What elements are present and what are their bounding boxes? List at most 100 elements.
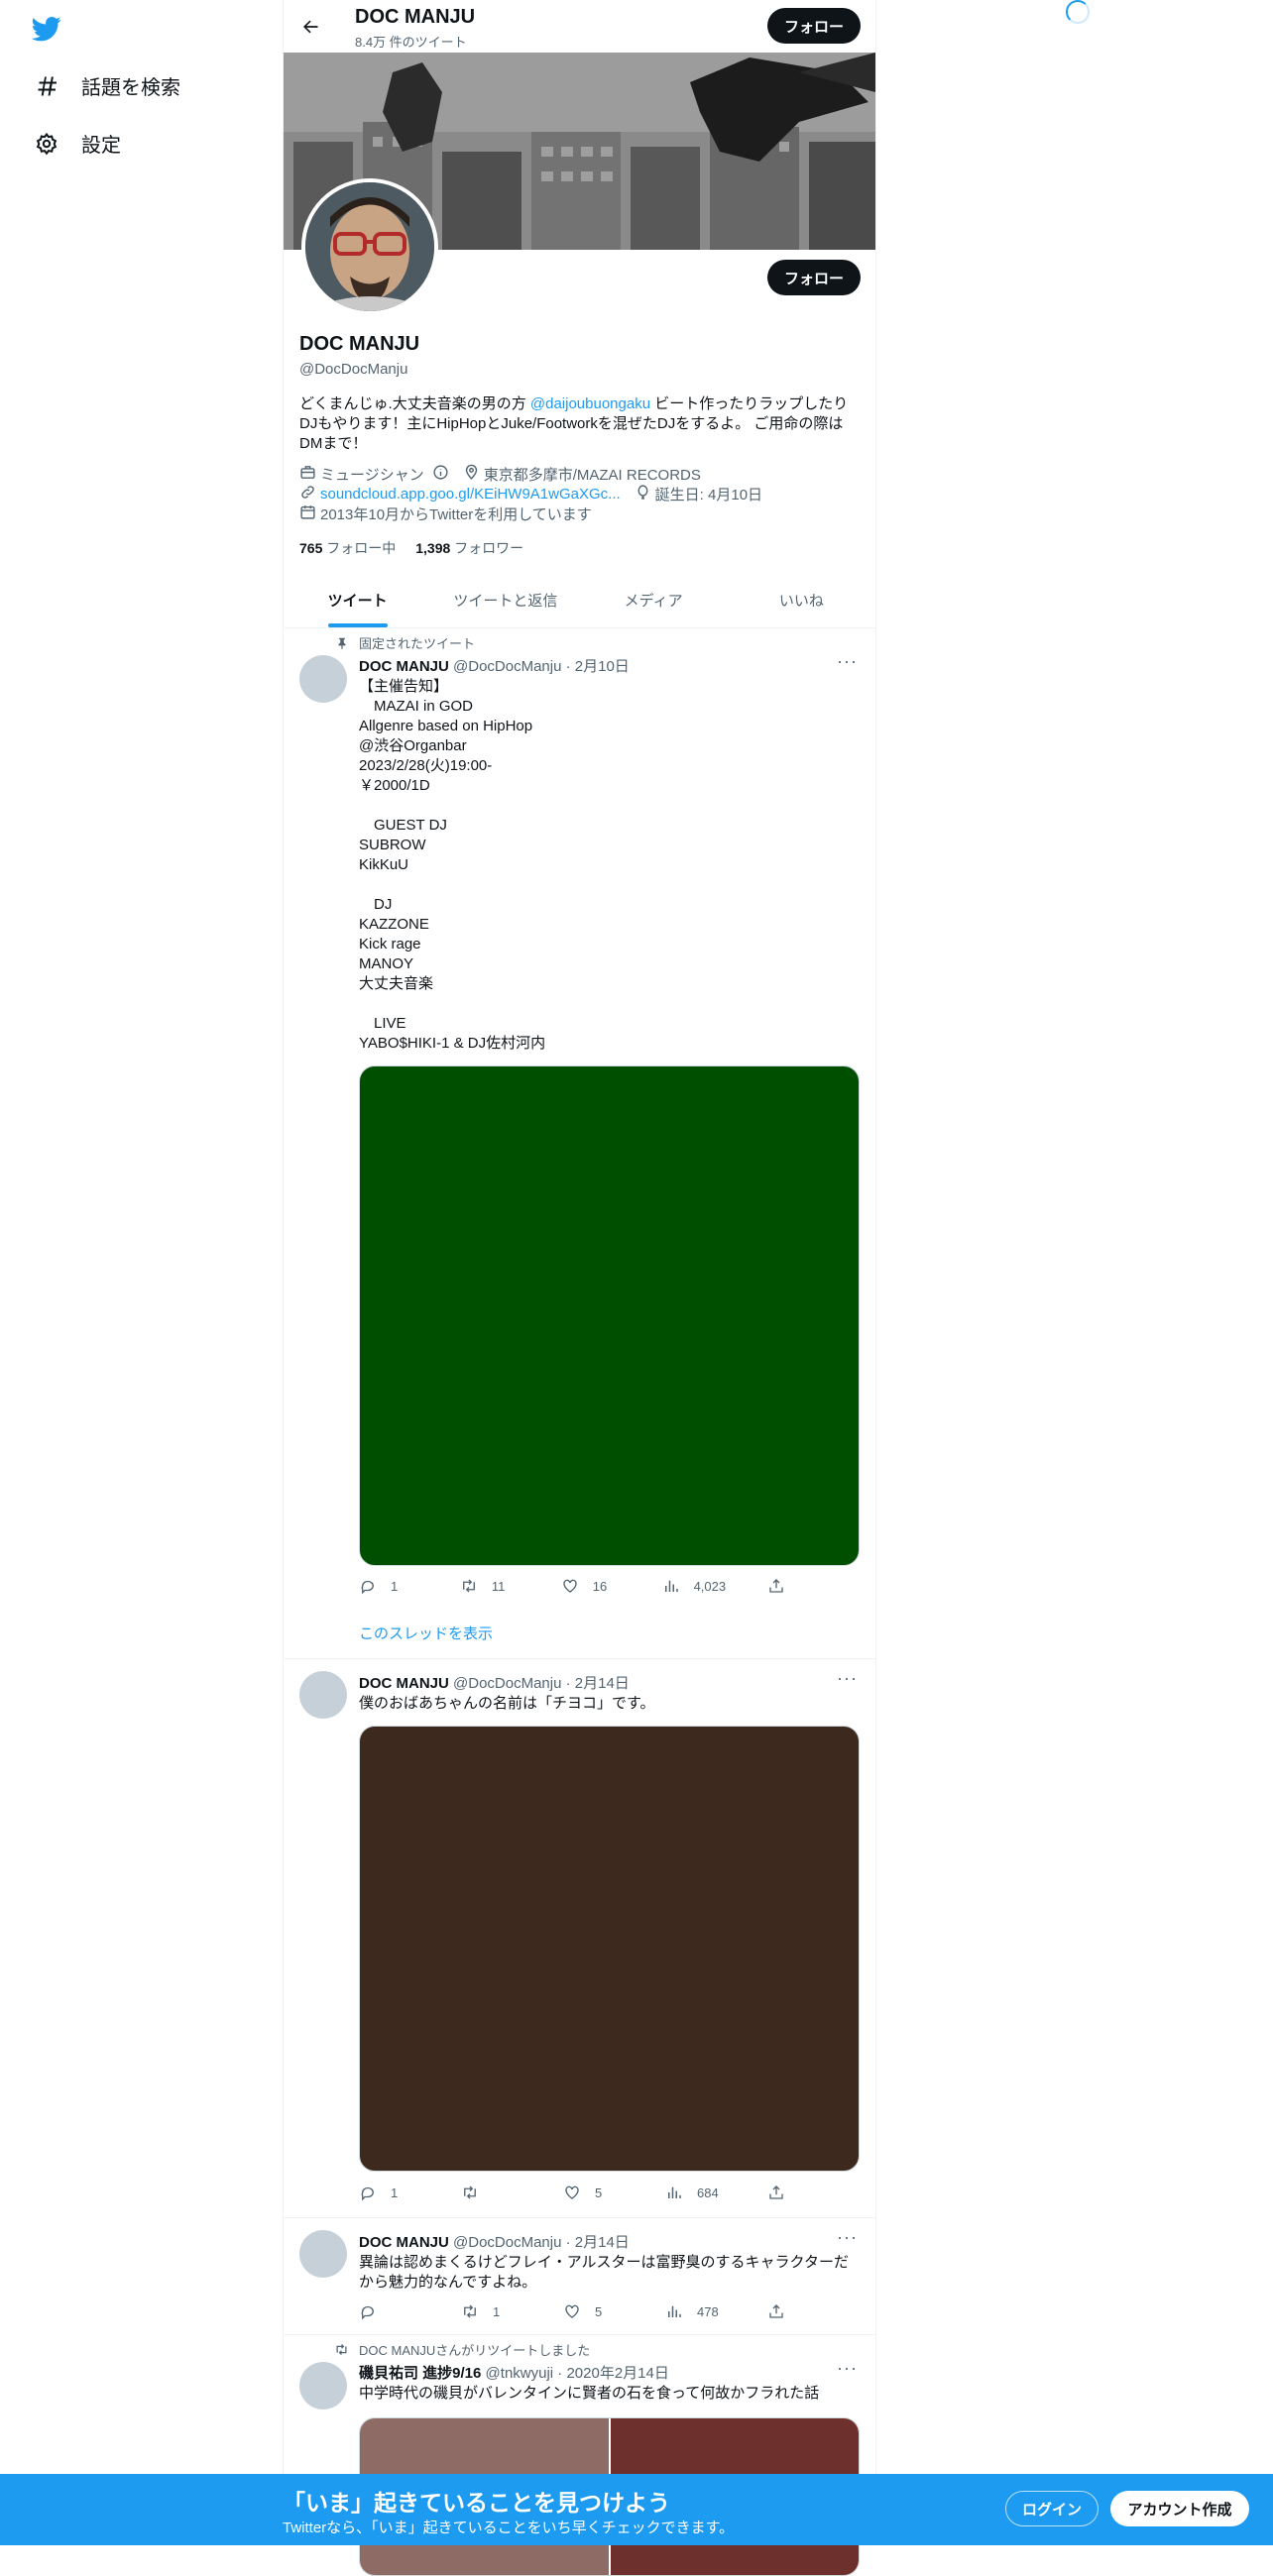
tweet-author-name[interactable]: DOC MANJU <box>359 658 449 675</box>
reply-button[interactable]: 1 <box>359 2184 418 2201</box>
tweet-author-name[interactable]: 磯貝祐司 進捗9/16 <box>359 2365 481 2382</box>
bio-mention-link[interactable]: @daijoubuongaku <box>530 395 650 412</box>
views-button[interactable]: 478 <box>665 2302 725 2320</box>
share-button[interactable] <box>767 2302 785 2320</box>
tweet-avatar[interactable] <box>299 1671 347 1719</box>
following-link[interactable]: 765 フォロー中 <box>299 538 396 558</box>
tweet-handle-date[interactable]: @DocDocManju · 2月10日 <box>453 658 630 675</box>
tab-media[interactable]: メディア <box>580 572 728 627</box>
tweet[interactable]: DOC MANJU @DocDocManju · 2月14日 ··· 異論は認め… <box>284 2217 875 2335</box>
reply-count: 1 <box>391 1578 399 1594</box>
heart-icon <box>565 2185 579 2199</box>
retweet-count: 1 <box>493 2303 501 2319</box>
profile-profession: ミュージシャン <box>320 467 424 484</box>
profile-meta-row-1: ミュージシャン 東京都多摩市/MAZAI RECORDS <box>299 464 701 485</box>
tweet-media[interactable] <box>359 1065 860 1566</box>
tab-tweets-replies[interactable]: ツイートと返信 <box>431 572 579 627</box>
hashtag-icon <box>34 73 59 99</box>
share-button[interactable] <box>767 2184 785 2201</box>
views-button[interactable]: 684 <box>665 2184 725 2201</box>
info-icon[interactable] <box>432 464 449 485</box>
tweet-header: DOC MANJU @DocDocManju · 2月10日 <box>359 655 630 676</box>
avatar-photo <box>305 182 434 311</box>
bottom-bar-title: 「いま」起きていることを見つけよう <box>283 2490 670 2516</box>
tweet-pinned[interactable]: 固定されたツイート DOC MANJU @DocDocManju · 2月10日… <box>284 627 875 1659</box>
tweet-avatar[interactable] <box>299 655 347 703</box>
profile-header-bar: DOC MANJU 8.4万 件のツイート フォロー <box>284 0 875 53</box>
signup-button[interactable]: アカウント作成 <box>1110 2491 1249 2526</box>
like-button[interactable]: 5 <box>563 2184 623 2201</box>
tab-tweets[interactable]: ツイート <box>284 572 431 627</box>
following-count: 765 <box>299 540 323 556</box>
reply-button[interactable]: 1 <box>359 1577 418 1595</box>
header-name: DOC MANJU <box>355 6 476 28</box>
like-button[interactable]: 16 <box>561 1577 621 1595</box>
followers-count: 1,398 <box>415 540 451 556</box>
tweet-handle-date[interactable]: @tnkwyuji · 2020年2月14日 <box>486 2365 669 2382</box>
tweet-text: 中学時代の磯貝がバレンタインに賢者の石を食って何故かフラれた話 <box>359 2385 820 2402</box>
nav-explore-label: 話題を検索 <box>81 77 180 99</box>
location-icon <box>463 464 480 485</box>
followers-link[interactable]: 1,398 フォロワー <box>415 538 523 558</box>
profile-follow-button[interactable]: フォロー <box>767 260 861 295</box>
link-icon <box>299 484 316 504</box>
views-icon <box>664 1580 678 1592</box>
reply-button[interactable] <box>359 2302 418 2320</box>
view-count: 684 <box>697 2184 719 2200</box>
tweet-actions: 1 11 16 4,023 <box>359 1577 785 1595</box>
header-follow-button[interactable]: フォロー <box>767 8 861 44</box>
tweet-header: 磯貝祐司 進捗9/16 @tnkwyuji · 2020年2月14日 <box>359 2362 669 2383</box>
tweet-handle-date[interactable]: @DocDocManju · 2月14日 <box>453 2234 630 2251</box>
profile-url-link[interactable]: soundcloud.app.goo.gl/KEiHW9A1wGaXGc... <box>320 486 621 503</box>
like-button[interactable]: 5 <box>563 2302 623 2320</box>
retweet-icon <box>464 2304 476 2318</box>
profile-tabs: ツイート ツイートと返信 メディア いいね <box>284 572 875 628</box>
profile-name: DOC MANJU <box>299 333 420 355</box>
tweet-avatar[interactable] <box>299 2362 347 2409</box>
profile-avatar[interactable] <box>301 178 438 315</box>
more-options-icon[interactable]: ··· <box>837 651 858 672</box>
tweet[interactable]: DOC MANJU @DocDocManju · 2月14日 ··· 僕のおばあ… <box>284 1658 875 2218</box>
more-options-icon[interactable]: ··· <box>837 2227 858 2248</box>
twitter-logo-icon[interactable] <box>31 14 61 44</box>
retweet-icon <box>462 1579 475 1593</box>
retweet-button[interactable]: 1 <box>461 2302 521 2320</box>
header-tweet-count: 8.4万 件のツイート <box>355 35 467 50</box>
loading-spinner-icon <box>1066 0 1090 24</box>
profile-location: 東京都多摩市/MAZAI RECORDS <box>483 467 701 484</box>
retweet-icon <box>464 2185 476 2199</box>
signup-bottom-bar: 「いま」起きていることを見つけよう Twitterなら、「いま」起きていることを… <box>0 2474 1273 2545</box>
reply-count: 1 <box>391 2184 399 2200</box>
heart-icon <box>563 1579 577 1593</box>
follow-counts: 765 フォロー中 1,398 フォロワー <box>299 538 523 558</box>
like-count: 16 <box>592 1578 608 1594</box>
tweet-avatar[interactable] <box>299 2230 347 2278</box>
calendar-icon <box>299 504 316 524</box>
pinned-label: 固定されたツイート <box>359 636 476 651</box>
tweet-author-name[interactable]: DOC MANJU <box>359 1675 449 1692</box>
more-options-icon[interactable]: ··· <box>837 2358 858 2379</box>
nav-explore[interactable]: 話題を検索 <box>34 71 180 100</box>
profile-column: DOC MANJU 8.4万 件のツイート フォロー フォロー DOC MANJ… <box>283 0 876 2576</box>
share-button[interactable] <box>767 1577 785 1595</box>
more-options-icon[interactable]: ··· <box>837 1668 858 1689</box>
tweet-header: DOC MANJU @DocDocManju · 2月14日 <box>359 1672 630 1693</box>
tweet-handle-date[interactable]: @DocDocManju · 2月14日 <box>453 1675 630 1692</box>
tweet-media[interactable] <box>359 1726 860 2172</box>
tab-likes[interactable]: いいね <box>728 572 875 627</box>
tweet-actions: 1 5 684 <box>359 2184 785 2201</box>
tweet-author-name[interactable]: DOC MANJU <box>359 2234 449 2251</box>
retweet-button[interactable]: 11 <box>460 1577 520 1595</box>
nav-settings[interactable]: 設定 <box>34 129 121 158</box>
retweet-button[interactable] <box>461 2184 521 2201</box>
show-thread-link[interactable]: このスレッドを表示 <box>359 1623 493 1643</box>
views-button[interactable]: 4,023 <box>662 1577 726 1595</box>
login-button[interactable]: ログイン <box>1005 2491 1099 2526</box>
reply-icon <box>361 1580 374 1595</box>
bottom-bar-subtitle: Twitterなら、「いま」起きていることをいち早くチェックできます。 <box>283 2520 735 2536</box>
profile-joined: 2013年10月からTwitterを利用しています <box>320 506 592 523</box>
tweet-text: 異論は認めまくるけどフレイ・アルスターは富野臭のするキャラクターだから魅力的なん… <box>359 2254 849 2291</box>
back-arrow-icon[interactable] <box>297 14 323 40</box>
retweeted-indicator: DOC MANJUさんがリツイートしました <box>331 2340 590 2359</box>
retweet-count: 11 <box>491 1578 506 1594</box>
